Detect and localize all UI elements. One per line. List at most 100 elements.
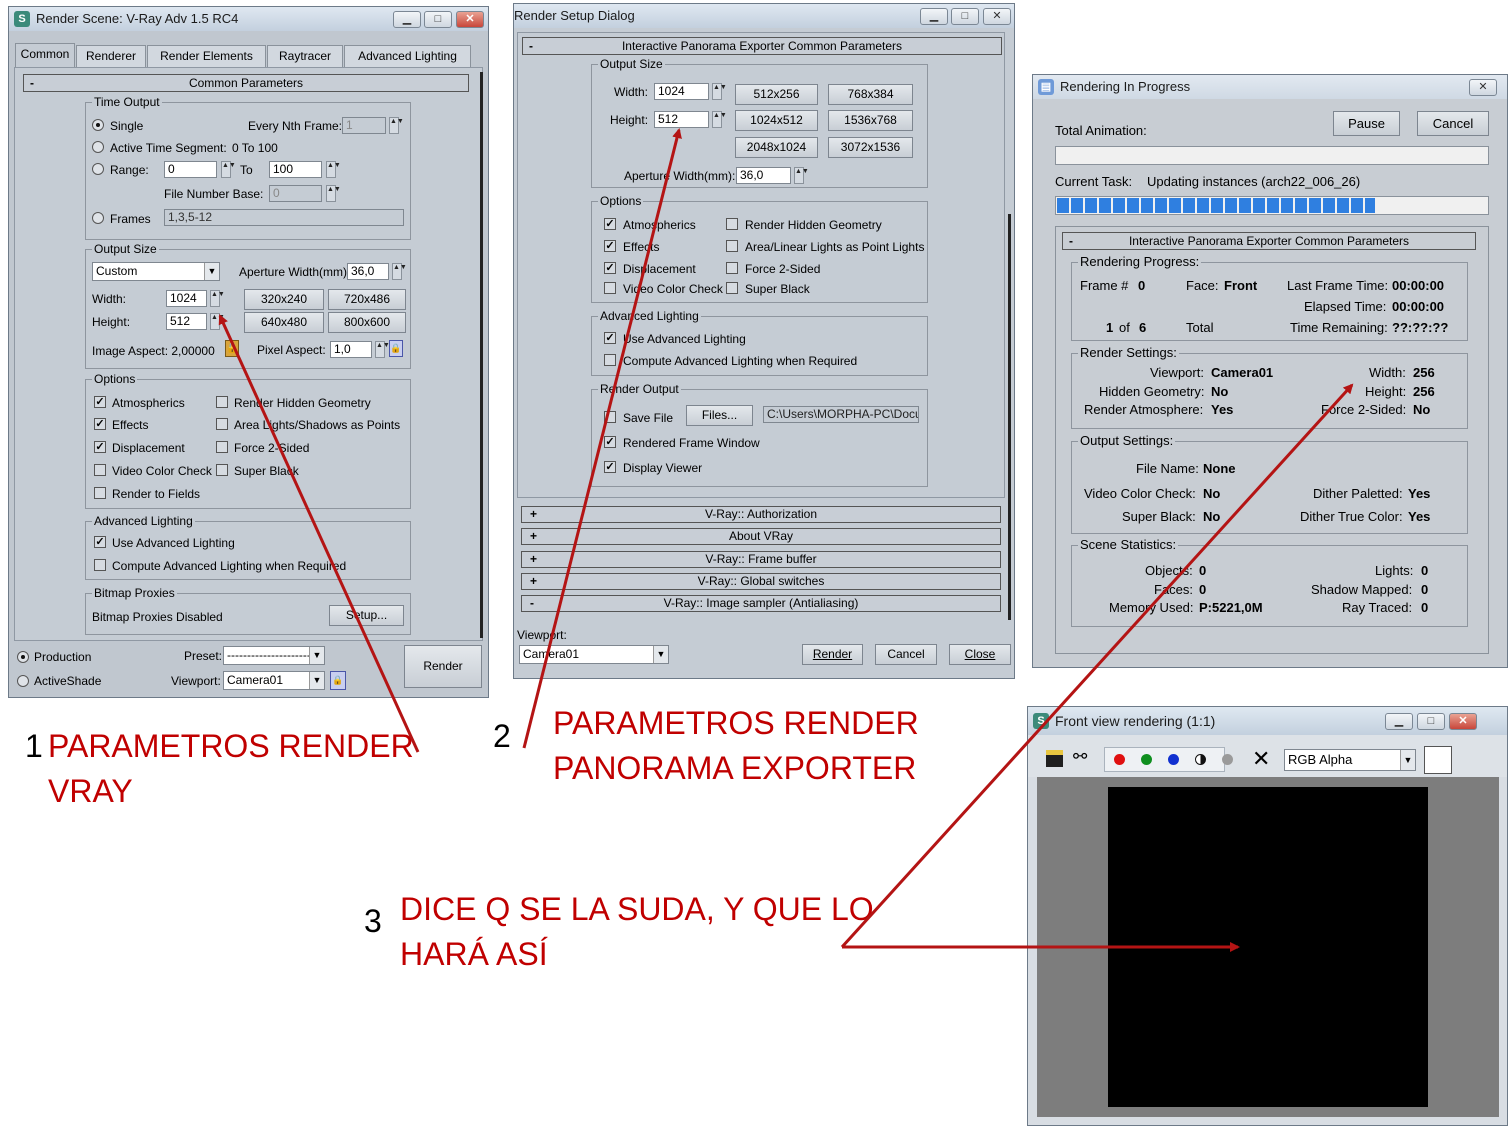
render-setup-titlebar[interactable]: Render Setup Dialog ▁ □ ✕ xyxy=(514,4,1014,28)
range-to-input[interactable]: 100 xyxy=(269,161,322,178)
active-segment-radio[interactable] xyxy=(92,141,104,153)
close-icon[interactable]: ✕ xyxy=(1469,79,1497,96)
every-nth-input[interactable]: 1 xyxy=(342,117,386,134)
height-spinner[interactable]: ▲▼ xyxy=(210,313,225,330)
scrollbar[interactable] xyxy=(1008,214,1011,620)
preset-1024x512-button[interactable]: 1024x512 xyxy=(735,110,818,131)
displacement-checkbox[interactable]: ✓ xyxy=(94,441,106,453)
render-scene-titlebar[interactable]: S Render Scene: V-Ray Adv 1.5 RC4 ▁ □ ✕ xyxy=(9,7,488,31)
color-swatch[interactable] xyxy=(1424,746,1452,774)
viewport-lock-icon[interactable]: 🔒 xyxy=(330,671,346,690)
rendered-frame-window-checkbox[interactable]: ✓ xyxy=(604,436,616,448)
minimize-icon[interactable]: ▁ xyxy=(1385,713,1413,730)
rollout-vray-frame-buffer[interactable]: + V-Ray:: Frame buffer xyxy=(521,551,1001,568)
height-input[interactable]: 512 xyxy=(166,313,207,330)
aperture-spinner[interactable]: ▲▼ xyxy=(392,263,407,280)
pixel-aspect-lock-icon[interactable]: 🔒 xyxy=(389,340,403,357)
close-icon[interactable]: ✕ xyxy=(1449,713,1477,730)
setup-button[interactable]: Setup... xyxy=(329,605,404,626)
viewport-select[interactable]: Camera01 ▼ xyxy=(223,671,325,690)
pixel-aspect-spinner[interactable]: ▲▼ xyxy=(375,341,390,358)
every-nth-spinner[interactable]: ▲▼ xyxy=(389,117,404,134)
range-from-spinner[interactable]: ▲▼ xyxy=(221,161,236,178)
maximize-icon[interactable]: □ xyxy=(1417,713,1445,730)
maximize-icon[interactable]: □ xyxy=(424,11,452,28)
rollout-vray-authorization[interactable]: + V-Ray:: Authorization xyxy=(521,506,1001,523)
rendering-progress-titlebar[interactable]: ▤ Rendering In Progress ✕ xyxy=(1033,75,1507,99)
super-black-checkbox[interactable] xyxy=(726,282,738,294)
panorama-exporter-rollout[interactable]: - Interactive Panorama Exporter Common P… xyxy=(1062,232,1476,250)
compute-advanced-lighting-checkbox[interactable] xyxy=(94,559,106,571)
preset-select[interactable]: ---------------------- ▼ xyxy=(223,646,325,665)
minimize-icon[interactable]: ▁ xyxy=(920,8,948,25)
tab-raytracer[interactable]: Raytracer xyxy=(267,45,343,67)
displacement-checkbox[interactable]: ✓ xyxy=(604,262,616,274)
range-radio[interactable] xyxy=(92,163,104,175)
alpha-icon[interactable] xyxy=(1222,754,1233,765)
maximize-icon[interactable]: □ xyxy=(951,8,979,25)
render-button[interactable]: Render xyxy=(404,645,482,688)
width-input[interactable]: 1024 xyxy=(166,290,207,307)
video-color-check-checkbox[interactable] xyxy=(94,464,106,476)
preset-768x384-button[interactable]: 768x384 xyxy=(828,84,913,105)
files-button[interactable]: Files... xyxy=(686,405,753,426)
clone-icon[interactable]: ⚯ xyxy=(1073,747,1087,767)
mono-icon[interactable] xyxy=(1195,754,1206,765)
range-to-spinner[interactable]: ▲▼ xyxy=(326,161,341,178)
use-advanced-lighting-checkbox[interactable]: ✓ xyxy=(604,332,616,344)
single-radio[interactable] xyxy=(92,119,104,131)
tab-render-elements[interactable]: Render Elements xyxy=(147,45,266,67)
frames-input[interactable]: 1,3,5-12 xyxy=(164,209,404,226)
aperture-input[interactable]: 36,0 xyxy=(736,167,791,184)
tab-advanced-lighting[interactable]: Advanced Lighting xyxy=(344,45,471,67)
preset-640x480-button[interactable]: 640x480 xyxy=(244,312,324,333)
render-to-fields-checkbox[interactable] xyxy=(94,487,106,499)
cancel-button[interactable]: Cancel xyxy=(875,644,937,665)
close-button[interactable]: Close xyxy=(949,644,1011,665)
render-hidden-geometry-checkbox[interactable] xyxy=(216,396,228,408)
rollout-about-vray[interactable]: + About VRay xyxy=(521,528,1001,545)
effects-checkbox[interactable]: ✓ xyxy=(94,418,106,430)
viewport-select[interactable]: Camera01 ▼ xyxy=(519,645,669,664)
lock-icon[interactable]: 🔒 xyxy=(225,340,239,357)
preset-800x600-button[interactable]: 800x600 xyxy=(328,312,406,333)
close-icon[interactable]: ✕ xyxy=(983,8,1011,25)
atmospherics-checkbox[interactable]: ✓ xyxy=(94,396,106,408)
rollout-vray-image-sampler[interactable]: - V-Ray:: Image sampler (Antialiasing) xyxy=(521,595,1001,612)
output-size-preset-select[interactable]: Custom ▼ xyxy=(92,262,220,281)
area-lights-checkbox[interactable] xyxy=(216,418,228,430)
preset-320x240-button[interactable]: 320x240 xyxy=(244,289,324,310)
file-number-base-input[interactable]: 0 xyxy=(269,185,322,202)
cancel-button[interactable]: Cancel xyxy=(1417,111,1489,136)
blue-channel-icon[interactable] xyxy=(1168,754,1179,765)
render-button[interactable]: Render xyxy=(802,644,863,665)
output-path-field[interactable]: C:\Users\MORPHA-PC\Docu xyxy=(763,406,919,423)
production-radio[interactable] xyxy=(17,651,29,663)
super-black-checkbox[interactable] xyxy=(216,464,228,476)
width-input[interactable]: 1024 xyxy=(654,83,709,100)
area-linear-lights-checkbox[interactable] xyxy=(726,240,738,252)
channel-select[interactable]: RGB Alpha ▼ xyxy=(1284,749,1416,771)
red-channel-icon[interactable] xyxy=(1114,754,1125,765)
clear-icon[interactable]: ✕ xyxy=(1252,746,1270,772)
aperture-input[interactable]: 36,0 xyxy=(347,263,389,280)
frame-window-titlebar[interactable]: S Front view rendering (1:1) ▁ □ ✕ xyxy=(1028,707,1507,735)
close-icon[interactable]: ✕ xyxy=(456,11,484,28)
scrollbar[interactable] xyxy=(480,72,483,638)
rollout-vray-global-switches[interactable]: + V-Ray:: Global switches xyxy=(521,573,1001,590)
activeshade-radio[interactable] xyxy=(17,675,29,687)
preset-720x486-button[interactable]: 720x486 xyxy=(328,289,406,310)
preset-3072x1536-button[interactable]: 3072x1536 xyxy=(828,137,913,158)
preset-2048x1024-button[interactable]: 2048x1024 xyxy=(735,137,818,158)
frames-radio[interactable] xyxy=(92,212,104,224)
effects-checkbox[interactable]: ✓ xyxy=(604,240,616,252)
aperture-spinner[interactable]: ▲▼ xyxy=(794,167,809,184)
height-spinner[interactable]: ▲▼ xyxy=(712,111,727,128)
width-spinner[interactable]: ▲▼ xyxy=(210,290,225,307)
atmospherics-checkbox[interactable]: ✓ xyxy=(604,218,616,230)
tab-common[interactable]: Common xyxy=(15,43,75,68)
force-2-sided-checkbox[interactable] xyxy=(216,441,228,453)
pause-button[interactable]: Pause xyxy=(1333,111,1400,136)
render-hidden-geometry-checkbox[interactable] xyxy=(726,218,738,230)
display-viewer-checkbox[interactable]: ✓ xyxy=(604,461,616,473)
